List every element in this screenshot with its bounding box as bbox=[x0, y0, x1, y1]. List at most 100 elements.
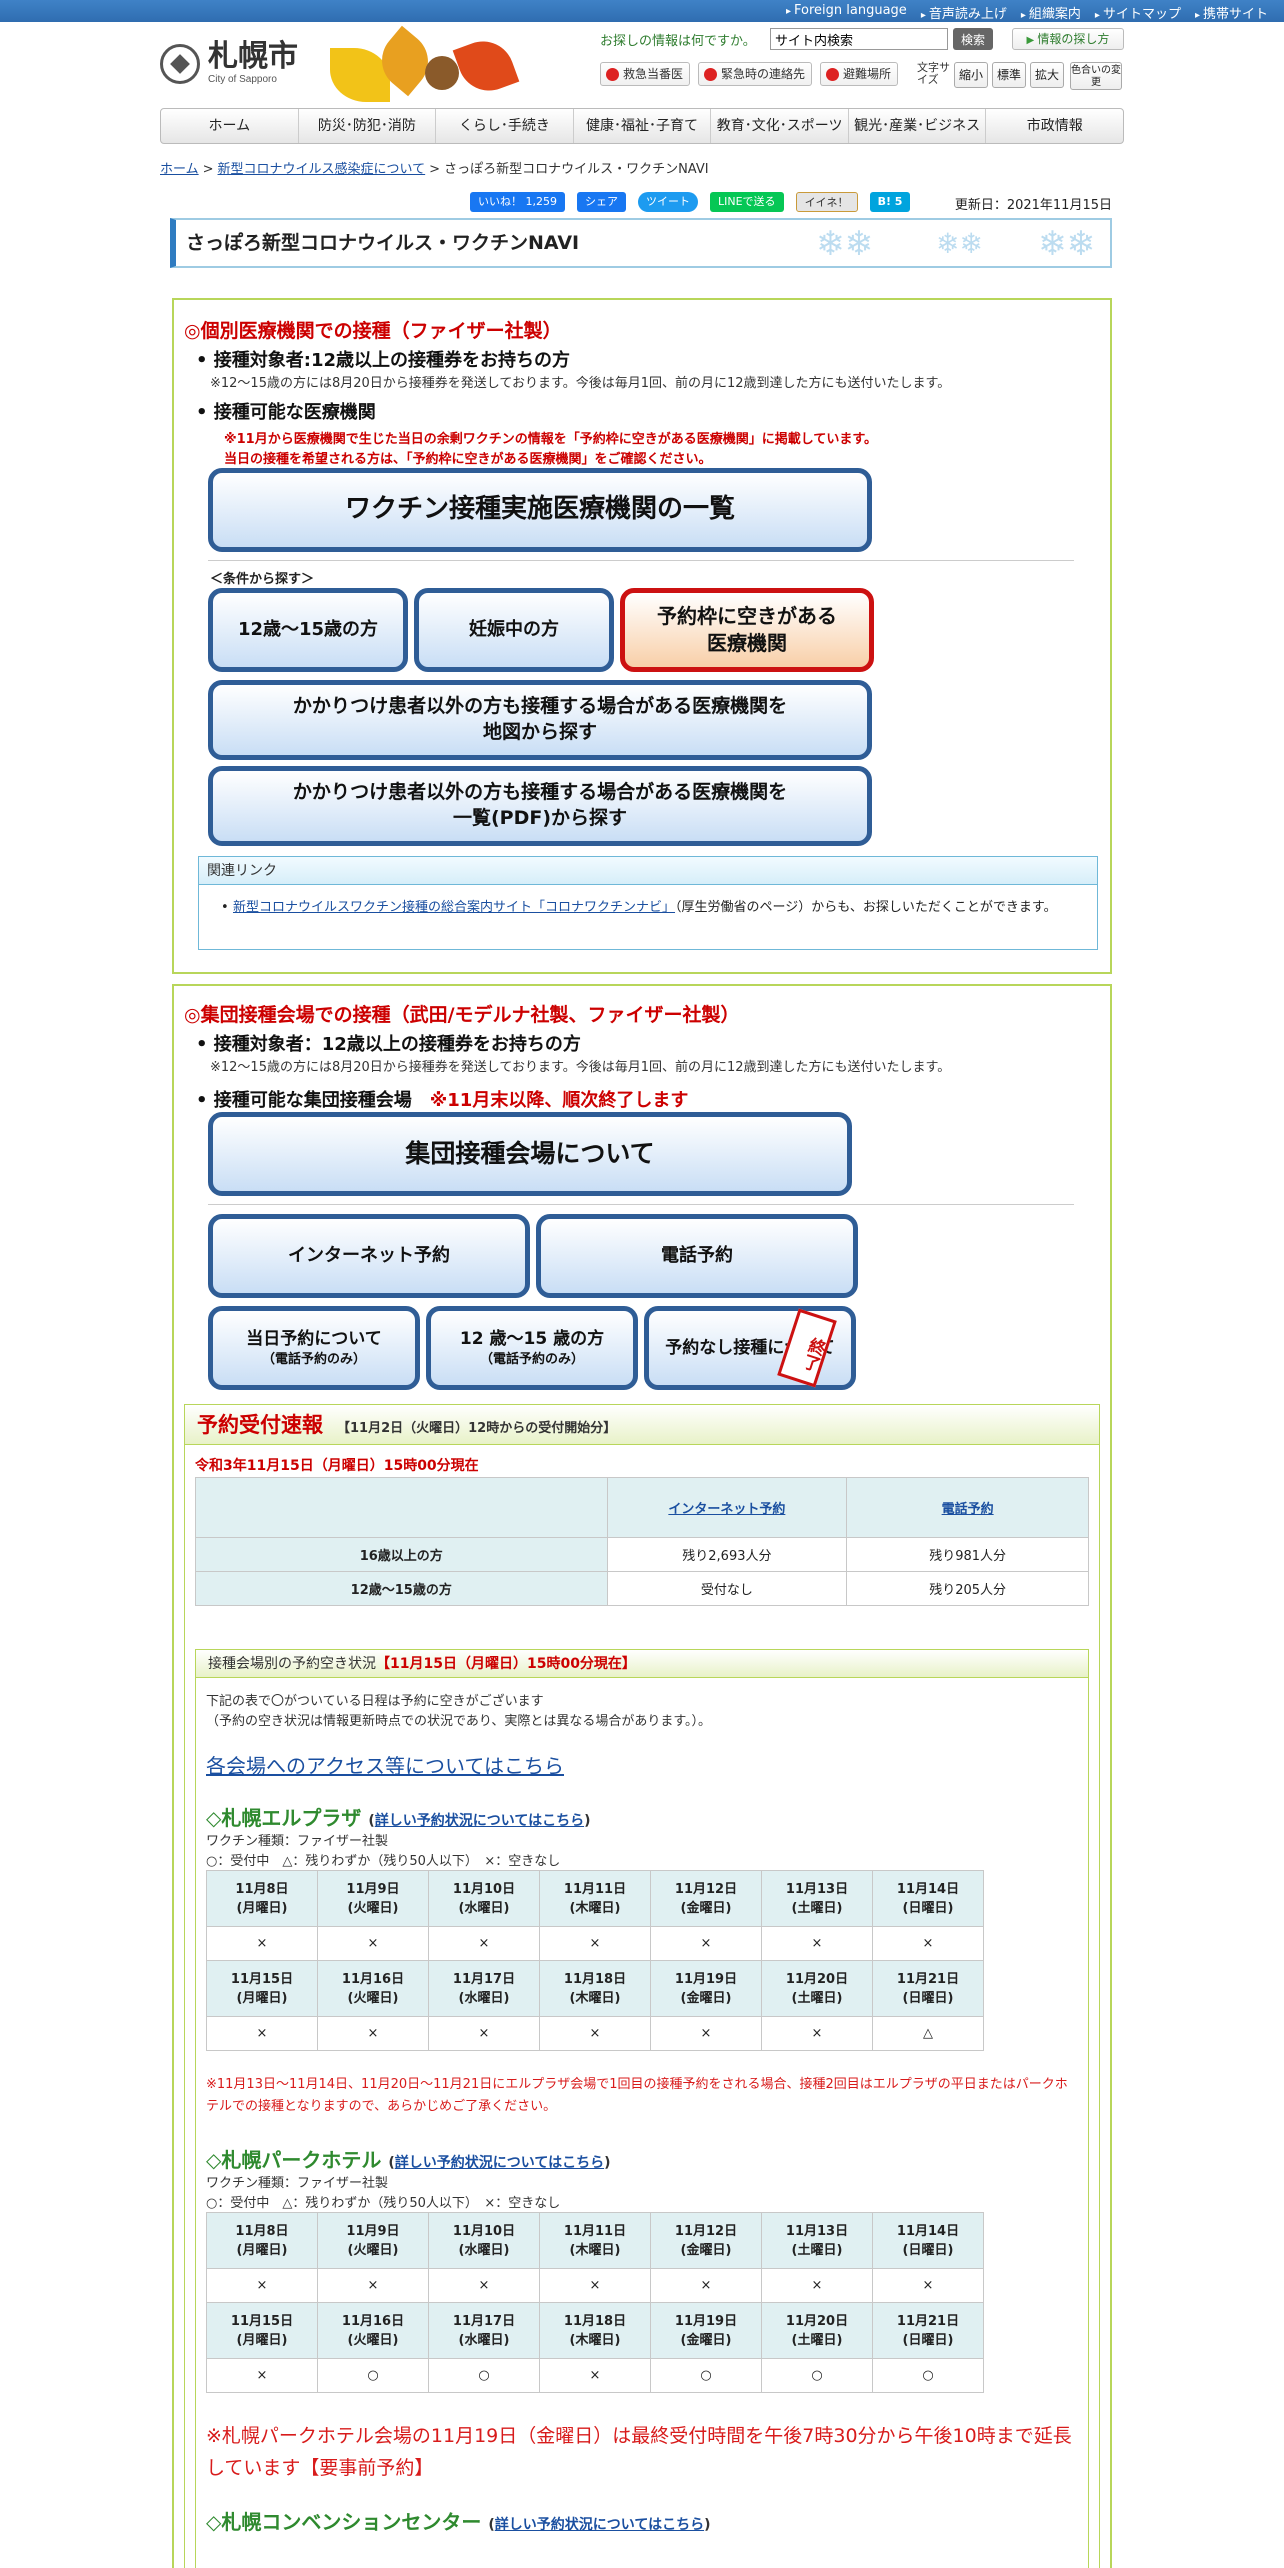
group-venue-about-button[interactable]: 集団接種会場について bbox=[208, 1112, 852, 1196]
breadcrumb-current: さっぽろ新型コロナウイルス・ワクチンNAVI bbox=[444, 162, 709, 177]
font-size-label: 文字サイズ bbox=[917, 61, 950, 86]
breadcrumb: ホーム > 新型コロナウイルス感染症について > さっぽろ新型コロナウイルス・ワクチンN… bbox=[160, 162, 709, 177]
calendar-date-cell: 11月12日 (金曜日) bbox=[650, 1870, 762, 1927]
individual-clinic-section: ◎個別医療機関での接種（ファイザー社製） 接種対象者:12歳以上の接種券をお持ち… bbox=[172, 298, 1112, 974]
calendar-status-cell: × bbox=[206, 2358, 318, 2393]
internet-reservation-button[interactable]: インターネット予約 bbox=[208, 1214, 530, 1298]
how-to-find-button[interactable]: 情報の探し方 bbox=[1012, 28, 1124, 50]
clinic-pregnant-button[interactable]: 妊娠中の方 bbox=[414, 588, 614, 672]
emergency-contacts-button[interactable]: 緊急時の連絡先 bbox=[698, 62, 813, 86]
sapporo-logo[interactable]: 札幌市 City of Sapporo bbox=[160, 42, 298, 85]
nav-home[interactable]: ホーム bbox=[161, 109, 299, 143]
hatena-bookmark-button[interactable]: B! 5 bbox=[869, 192, 911, 212]
facebook-share-button[interactable]: シェア bbox=[577, 192, 626, 212]
calendar-date-cell: 11月20日 (土曜日) bbox=[761, 2302, 873, 2359]
breadcrumb-corona[interactable]: 新型コロナウイルス感染症について bbox=[218, 162, 426, 177]
evacuation-sites-button[interactable]: 避難場所 bbox=[820, 62, 899, 86]
font-enlarge-button[interactable]: 拡大 bbox=[1030, 62, 1064, 88]
calendar-status-cell: × bbox=[206, 2016, 318, 2051]
calendar-date-cell: 11月18日 (木曜日) bbox=[539, 2302, 651, 2359]
convention-center-detail-link[interactable]: 詳しい予約状況についてはこちら bbox=[495, 2517, 704, 2533]
snowflake-icon: ❄❄ bbox=[936, 227, 983, 260]
link-mobile-site[interactable]: 携帯サイト bbox=[1195, 3, 1268, 22]
venue-title-park-hotel: ◇札幌パークホテル (詳しい予約状況についてはこちら) bbox=[206, 2148, 611, 2172]
section2-title: ◎集団接種会場での接種（武田/モデルナ社製、ファイザー社製） bbox=[184, 1004, 740, 1026]
phone-reservation-col-link[interactable]: 電話予約 bbox=[942, 1502, 994, 1517]
reservation-report-title: 予約受付速報 bbox=[197, 1413, 323, 1437]
calendar-date-cell: 11月18日 (木曜日) bbox=[539, 1960, 651, 2017]
nav-living[interactable]: くらし･手続き bbox=[436, 109, 574, 143]
nav-disaster[interactable]: 防災･防犯･消防 bbox=[299, 109, 437, 143]
link-foreign-language[interactable]: Foreign language bbox=[786, 3, 907, 22]
availability-intro-1: 下記の表で〇がついている日程は予約に空きがございます bbox=[206, 1694, 544, 1709]
condition-label: ＜条件から探す＞ bbox=[210, 572, 315, 587]
availability-intro-2: （予約の空き状況は情報更新時点での状況であり、実際とは異なる場合があります。）。 bbox=[206, 1714, 712, 1729]
line-send-button[interactable]: LINEで送る bbox=[710, 192, 784, 212]
venue-access-link[interactable]: 各会場へのアクセス等についてはこちら bbox=[206, 1750, 564, 1779]
el-plaza-detail-link[interactable]: 詳しい予約状況についてはこちら bbox=[375, 1813, 584, 1829]
global-nav: ホーム 防災･防犯･消防 くらし･手続き 健康･福祉･子育て 教育･文化･スポー… bbox=[160, 108, 1124, 144]
nav-health[interactable]: 健康･福祉･子育て bbox=[574, 109, 712, 143]
calendar-date-cell: 11月11日 (木曜日) bbox=[539, 1870, 651, 1927]
link-sitemap[interactable]: サイトマップ bbox=[1095, 3, 1181, 22]
calendar-status-cell: × bbox=[761, 2268, 873, 2303]
color-change-button[interactable]: 色合いの変更 bbox=[1070, 62, 1122, 90]
calendar-date-cell: 11月16日 (火曜日) bbox=[317, 1960, 429, 2017]
nav-city-info[interactable]: 市政情報 bbox=[986, 109, 1123, 143]
availability-box: 接種会場別の予約空き状況【11月15日（月曜日）15時00分現在】 下記の表で〇… bbox=[195, 1649, 1089, 2568]
font-shrink-button[interactable]: 縮小 bbox=[954, 62, 988, 88]
calendar-date-cell: 11月17日 (水曜日) bbox=[428, 1960, 540, 2017]
calendar-status-cell: × bbox=[872, 1926, 984, 1961]
link-voice-reading[interactable]: 音声読み上げ bbox=[921, 3, 1007, 22]
group-12-15-button[interactable]: 12 歳～15 歳の方 （電話予約のみ） bbox=[426, 1306, 638, 1390]
calendar-status-cell: × bbox=[539, 1926, 651, 1961]
calendar-status-cell: ○ bbox=[761, 2358, 873, 2393]
calendar-status-cell: × bbox=[206, 2268, 318, 2303]
facebook-like-button[interactable]: いいね！ 1,259 bbox=[470, 192, 565, 212]
section1-target-head: 接種対象者:12歳以上の接種券をお持ちの方 bbox=[196, 346, 570, 372]
table-row: 16歳以上の方 残り2,693人分 残り981人分 bbox=[195, 1537, 1089, 1572]
same-day-reservation-button[interactable]: 当日予約について （電話予約のみ） bbox=[208, 1306, 420, 1390]
calendar-status-cell: × bbox=[317, 1926, 429, 1961]
link-organization[interactable]: 組織案内 bbox=[1021, 3, 1081, 22]
search-label: お探しの情報は何ですか。 bbox=[600, 34, 756, 49]
calendar-date-cell: 11月8日 (月曜日) bbox=[206, 2212, 318, 2269]
no-reservation-button[interactable]: 予約なし接種について 終了 bbox=[644, 1306, 856, 1390]
clinic-list-button[interactable]: ワクチン接種実施医療機関の一覧 bbox=[208, 468, 872, 552]
tweet-button[interactable]: ツイート bbox=[638, 192, 698, 212]
park-hotel-detail-link[interactable]: 詳しい予約状況についてはこちら bbox=[395, 2155, 604, 2171]
social-buttons: いいね！ 1,259 シェア ツイート LINEで送る イイネ！ B! 5 bbox=[470, 192, 911, 212]
calendar-status-cell: × bbox=[206, 1926, 318, 1961]
clinic-12-15-button[interactable]: 12歳～15歳の方 bbox=[208, 588, 408, 672]
clinic-pdf-search-button[interactable]: かかりつけ患者以外の方も接種する場合がある医療機関を 一覧(PDF)から探す bbox=[208, 766, 872, 846]
calendar-status-cell: ○ bbox=[428, 2358, 540, 2393]
internet-reservation-col-link[interactable]: インターネット予約 bbox=[668, 1502, 785, 1517]
calendar-status-cell: × bbox=[761, 1926, 873, 1961]
related-links-head: 関連リンク bbox=[199, 857, 1097, 885]
calendar-status-cell: × bbox=[650, 2016, 762, 2051]
phone-reservation-button[interactable]: 電話予約 bbox=[536, 1214, 858, 1298]
calendar-date-cell: 11月16日 (火曜日) bbox=[317, 2302, 429, 2359]
section2-target-head: 接種対象者：12歳以上の接種券をお持ちの方 bbox=[196, 1030, 581, 1056]
breadcrumb-home[interactable]: ホーム bbox=[160, 162, 199, 177]
related-links-box: 関連リンク 新型コロナウイルスワクチン接種の総合案内サイト「コロナワクチンナビ」… bbox=[198, 856, 1098, 950]
font-standard-button[interactable]: 標準 bbox=[992, 62, 1026, 88]
reservation-as-of: 令和3年11月15日（月曜日）15時00分現在 bbox=[195, 1458, 479, 1474]
calendar-date-cell: 11月13日 (土曜日) bbox=[761, 2212, 873, 2269]
emergency-doctor-button[interactable]: 救急当番医 bbox=[600, 62, 691, 86]
site-search-input[interactable] bbox=[770, 28, 948, 50]
search-button[interactable]: 検索 bbox=[953, 28, 993, 50]
calendar-status-cell: × bbox=[317, 2016, 429, 2051]
top-utility-bar: Foreign language 音声読み上げ 組織案内 サイトマップ 携帯サイ… bbox=[0, 0, 1284, 22]
mixi-button[interactable]: イイネ！ bbox=[795, 192, 858, 212]
corona-vaccine-navi-link[interactable]: 新型コロナウイルスワクチン接種の総合案内サイト「コロナワクチンナビ」 bbox=[233, 900, 675, 915]
calendar-date-cell: 11月14日 (日曜日) bbox=[872, 1870, 984, 1927]
calendar-date-cell: 11月15日 (月曜日) bbox=[206, 1960, 318, 2017]
availability-head: 接種会場別の予約空き状況【11月15日（月曜日）15時00分現在】 bbox=[196, 1650, 1088, 1678]
section2-target-note: ※12～15歳の方には8月20日から接種券を発送しております。今後は毎月1回、前… bbox=[210, 1060, 951, 1075]
nav-education[interactable]: 教育･文化･スポーツ bbox=[711, 109, 849, 143]
clinic-vacancy-button[interactable]: 予約枠に空きがある 医療機関 bbox=[620, 588, 874, 672]
clinic-map-search-button[interactable]: かかりつけ患者以外の方も接種する場合がある医療機関を 地図から探す bbox=[208, 680, 872, 760]
page-title-box: さっぽろ新型コロナウイルス・ワクチンNAVI ❄❄ ❄❄ ❄❄ bbox=[170, 218, 1112, 268]
nav-tourism[interactable]: 観光･産業･ビジネス bbox=[849, 109, 987, 143]
